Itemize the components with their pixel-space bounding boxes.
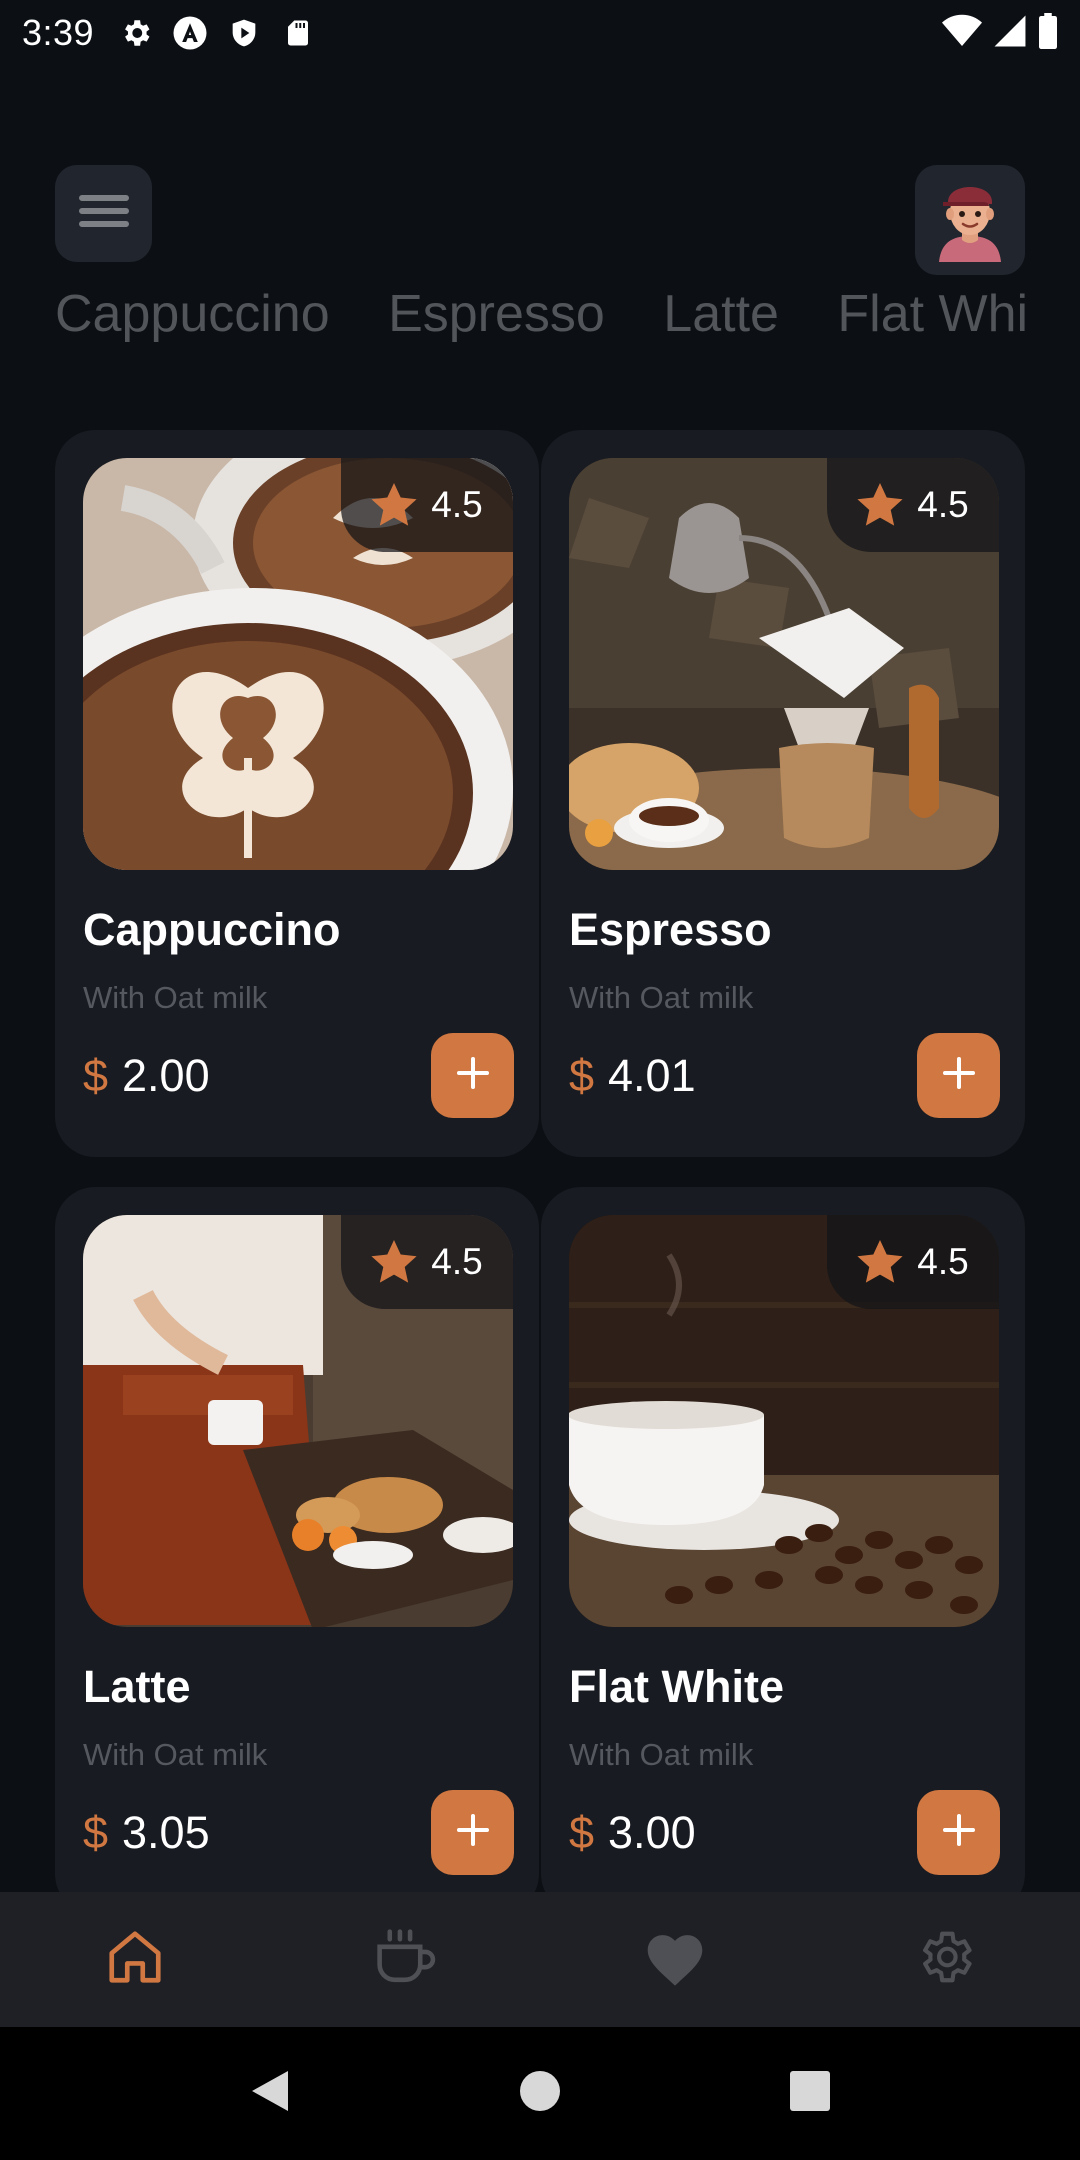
- product-name: Latte: [83, 1661, 191, 1712]
- category-tabs: Cappuccino Espresso Latte Flat White: [55, 270, 1025, 345]
- plus-icon: [455, 1055, 491, 1096]
- home-icon: [104, 1926, 166, 1993]
- currency-symbol: $: [83, 1050, 109, 1101]
- bottom-navigation: [0, 1892, 1080, 2027]
- rating-badge: 4.5: [341, 458, 513, 552]
- nav-cart[interactable]: [270, 1892, 540, 2027]
- star-icon: [371, 483, 417, 527]
- status-time: 3:39: [22, 12, 95, 53]
- home-circle-icon: [518, 2069, 562, 2118]
- product-price: $ 3.00: [569, 1807, 696, 1859]
- back-button[interactable]: [135, 2027, 405, 2160]
- product-card[interactable]: 4.5 Latte With Oat milk $ 3.05: [55, 1187, 539, 1892]
- price-value: 3.00: [608, 1807, 696, 1858]
- status-icons-left: [118, 15, 316, 51]
- currency-symbol: $: [569, 1807, 595, 1858]
- plus-icon: [941, 1812, 977, 1853]
- nav-favorites[interactable]: [540, 1892, 810, 2027]
- user-avatar: [931, 174, 1009, 267]
- price-value: 4.01: [608, 1050, 696, 1101]
- add-to-cart-button[interactable]: [431, 1790, 514, 1875]
- settings-icon: [914, 1926, 976, 1993]
- add-to-cart-button[interactable]: [917, 1790, 1000, 1875]
- heart-icon: [642, 1927, 708, 1992]
- product-card[interactable]: 4.5 Espresso With Oat milk $ 4.01: [541, 430, 1025, 1157]
- shield-play-icon: [226, 15, 262, 51]
- product-name: Flat White: [569, 1661, 784, 1712]
- battery-icon: [1038, 12, 1058, 54]
- product-subtitle: With Oat milk: [569, 1737, 754, 1772]
- tab-cappuccino[interactable]: Cappuccino: [55, 288, 330, 340]
- product-subtitle: With Oat milk: [569, 980, 754, 1015]
- wifi-icon: [942, 14, 982, 53]
- product-price: $ 4.01: [569, 1050, 696, 1102]
- recents-square-icon: [789, 2070, 831, 2117]
- product-image: 4.5: [569, 458, 999, 870]
- a-circle-icon: [172, 15, 208, 51]
- product-subtitle: With Oat milk: [83, 1737, 268, 1772]
- add-to-cart-button[interactable]: [431, 1033, 514, 1118]
- product-price: $ 2.00: [83, 1050, 210, 1102]
- sd-card-icon: [280, 15, 316, 51]
- price-value: 2.00: [122, 1050, 210, 1101]
- rating-value: 4.5: [431, 484, 483, 525]
- product-image: 4.5: [83, 1215, 513, 1627]
- product-image: 4.5: [83, 458, 513, 870]
- product-card[interactable]: 4.5 Cappuccino With Oat milk $ 2.00: [55, 430, 539, 1157]
- rating-value: 4.5: [917, 1241, 969, 1282]
- product-name: Cappuccino: [83, 904, 341, 955]
- nav-settings[interactable]: [810, 1892, 1080, 2027]
- hamburger-menu-icon: [78, 191, 129, 236]
- rating-badge: 4.5: [341, 1215, 513, 1309]
- tab-espresso[interactable]: Espresso: [388, 288, 605, 340]
- product-price: $ 3.05: [83, 1807, 210, 1859]
- recents-button[interactable]: [675, 2027, 945, 2160]
- product-grid: 4.5 Cappuccino With Oat milk $ 2.00 4.5 …: [55, 430, 1025, 1892]
- currency-symbol: $: [569, 1050, 595, 1101]
- rating-value: 4.5: [431, 1241, 483, 1282]
- product-card[interactable]: 4.5 Flat White With Oat milk $ 3.00: [541, 1187, 1025, 1892]
- tab-latte[interactable]: Latte: [663, 288, 779, 340]
- system-navigation-bar: [0, 2027, 1080, 2160]
- home-button[interactable]: [405, 2027, 675, 2160]
- star-icon: [857, 1240, 903, 1284]
- add-to-cart-button[interactable]: [917, 1033, 1000, 1118]
- star-icon: [371, 1240, 417, 1284]
- gear-icon: [118, 15, 154, 51]
- back-triangle-icon: [248, 2067, 292, 2120]
- rating-value: 4.5: [917, 484, 969, 525]
- currency-symbol: $: [83, 1807, 109, 1858]
- price-value: 3.05: [122, 1807, 210, 1858]
- tab-flat-white[interactable]: Flat White: [837, 288, 1025, 340]
- menu-button[interactable]: [55, 165, 152, 262]
- status-bar: 3:39: [0, 0, 1080, 66]
- rating-badge: 4.5: [827, 1215, 999, 1309]
- plus-icon: [941, 1055, 977, 1096]
- plus-icon: [455, 1812, 491, 1853]
- avatar-button[interactable]: [915, 165, 1025, 275]
- signal-icon: [992, 14, 1028, 53]
- status-icons-right: [942, 12, 1058, 54]
- product-name: Espresso: [569, 904, 772, 955]
- star-icon: [857, 483, 903, 527]
- rating-badge: 4.5: [827, 458, 999, 552]
- product-subtitle: With Oat milk: [83, 980, 268, 1015]
- product-image: 4.5: [569, 1215, 999, 1627]
- nav-home[interactable]: [0, 1892, 270, 2027]
- coffee-cup-icon: [372, 1926, 438, 1993]
